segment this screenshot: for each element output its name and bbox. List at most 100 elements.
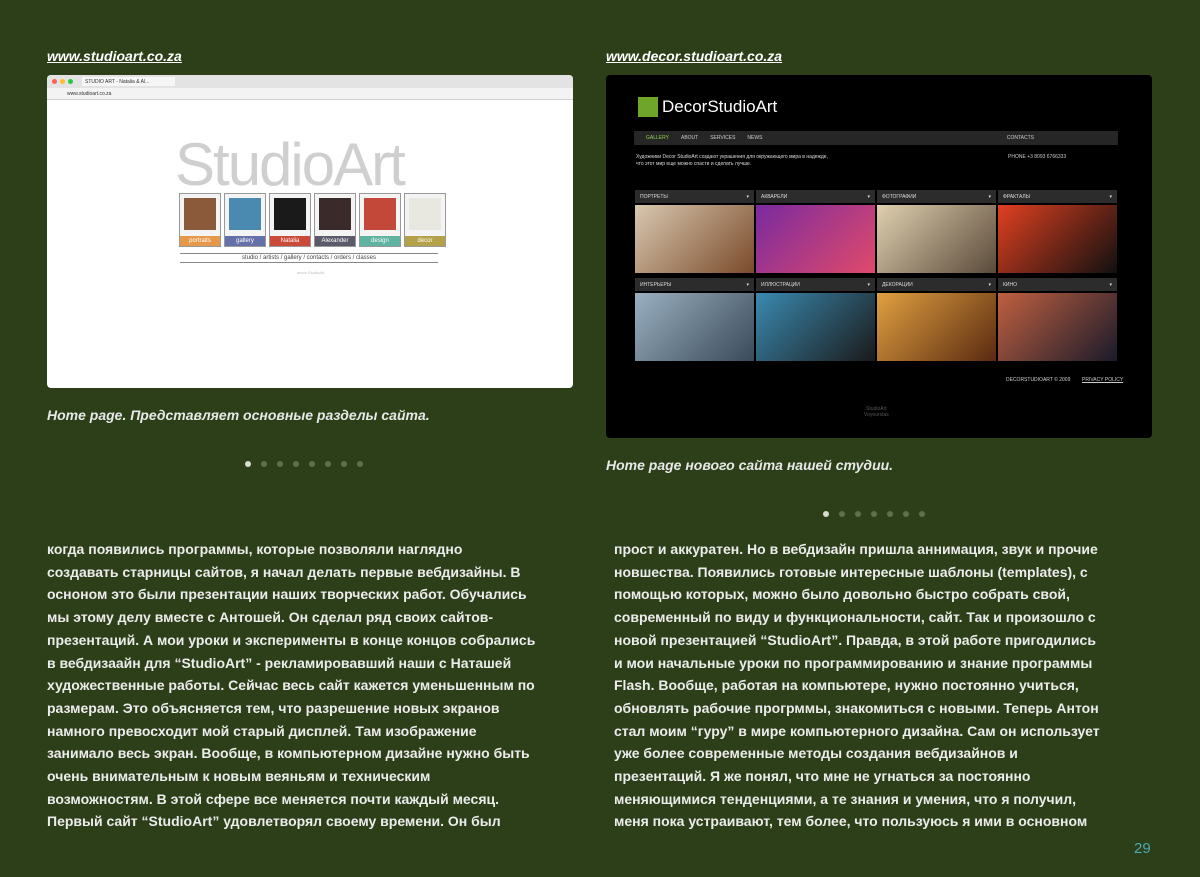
thumb-image	[364, 198, 396, 230]
body-text-left: когда появились программы, которые позво…	[47, 541, 536, 830]
page-number: 29	[1134, 840, 1151, 857]
gallery-cell-header: КИНО ▾	[998, 278, 1117, 291]
section-thumbs: portraits gallery Natalia Alexander design de…	[179, 193, 446, 247]
gallery-cell: КИНО ▾	[998, 278, 1117, 361]
thumb-label: gallery	[225, 236, 265, 246]
gallery-cell-label: ФРАКТАЛЫ	[1003, 193, 1031, 200]
gallery-cell-header: ФОТОГРАФИИ ▾	[877, 190, 996, 203]
decor-nav-item: CONTACTS	[1006, 135, 1034, 141]
slide-dot[interactable]	[839, 511, 845, 517]
gallery-cell: ФОТОГРАФИИ ▾	[877, 190, 996, 273]
gallery-cell-label: КИНО	[1003, 281, 1018, 288]
slide-dot[interactable]	[277, 461, 283, 467]
decor-intro: Художники Decor StudioArt создают украше…	[636, 154, 828, 167]
decor-footer: DECORSTUDIOART © 2009	[1006, 377, 1071, 383]
gallery-cell: ПОРТРЕТЫ ▾	[635, 190, 754, 273]
chevron-down-icon: ▾	[867, 281, 870, 288]
chevron-down-icon: ▾	[1109, 281, 1112, 288]
thumb-image	[274, 198, 306, 230]
thumb-decor: decor	[404, 193, 446, 247]
thumb-image	[229, 198, 261, 230]
decor-logo-text: DecorStudioArt	[662, 97, 778, 116]
gallery-cell: ДЕКОРАЦИИ ▾	[877, 278, 996, 361]
gallery-cell-label: ПОРТРЕТЫ	[640, 193, 668, 200]
slide-dot[interactable]	[245, 461, 251, 467]
gallery-cell-image	[998, 293, 1117, 361]
browser-tab: STUDIO ART - Natalia & Al...	[82, 77, 175, 86]
slide-dot[interactable]	[855, 511, 861, 517]
zoom-dot-icon	[68, 79, 73, 84]
thumb-image	[409, 198, 441, 230]
gallery-cell-header: ИЛЛЮСТРАЦИИ ▾	[756, 278, 875, 291]
site-nav: studio / artists / gallery / contacts / …	[180, 253, 438, 263]
studioart-link[interactable]: www.studioart.co.za	[47, 48, 182, 64]
chevron-down-icon: ▾	[746, 193, 749, 200]
chevron-down-icon: ▾	[746, 281, 749, 288]
body-text-right: прост и аккуратен. Но в вебдизайн пришла…	[614, 541, 1100, 830]
gallery-cell-label: АКВАРЕЛИ	[761, 193, 788, 200]
gallery-cell-image	[756, 293, 875, 361]
decor-link[interactable]: www.decor.studioart.co.za	[606, 48, 782, 64]
right-slide-dots[interactable]	[823, 511, 925, 517]
slide-dot[interactable]	[887, 511, 893, 517]
thumb-label: design	[360, 236, 400, 246]
chevron-down-icon: ▾	[1109, 193, 1112, 200]
thumb-gallery: gallery	[224, 193, 266, 247]
slide-dot[interactable]	[903, 511, 909, 517]
thumb-natalia: Natalia	[269, 193, 311, 247]
close-dot-icon	[52, 79, 57, 84]
gallery-cell-header: ФРАКТАЛЫ ▾	[998, 190, 1117, 203]
gallery-cell-image	[635, 205, 754, 273]
slide-dot[interactable]	[341, 461, 347, 467]
gallery-grid: ПОРТРЕТЫ ▾ АКВАРЕЛИ ▾ ФОТОГРАФИИ ▾ ФРАКТАЛЫ ▾ И…	[635, 190, 1119, 366]
gallery-cell-label: ИНТЕРЬЕРЫ	[640, 281, 672, 288]
chevron-down-icon: ▾	[988, 193, 991, 200]
address-bar: www.studioart.co.za	[47, 88, 573, 100]
decor-nav-item: GALLERY	[646, 135, 669, 141]
gallery-cell-label: ДЕКОРАЦИИ	[882, 281, 913, 288]
site-footer: decor.StudioArt	[297, 270, 325, 275]
gallery-cell-image	[635, 293, 754, 361]
slide-dot[interactable]	[309, 461, 315, 467]
left-slide-dots[interactable]	[245, 461, 363, 467]
thumb-image	[319, 198, 351, 230]
gallery-cell-image	[877, 293, 996, 361]
gallery-cell: ИЛЛЮСТРАЦИИ ▾	[756, 278, 875, 361]
studioart-logo: StudioArt	[175, 131, 406, 198]
gallery-cell-header: ДЕКОРАЦИИ ▾	[877, 278, 996, 291]
decor-nav-item: NEWS	[747, 135, 763, 141]
chevron-down-icon: ▾	[867, 193, 870, 200]
slide-dot[interactable]	[823, 511, 829, 517]
studioart-screenshot: STUDIO ART - Natalia & Al... www.studioa…	[47, 75, 573, 388]
slide-dot[interactable]	[325, 461, 331, 467]
gallery-cell: ИНТЕРЬЕРЫ ▾	[635, 278, 754, 361]
thumb-label: Natalia	[270, 236, 310, 246]
thumb-image	[184, 198, 216, 230]
slide-dot[interactable]	[293, 461, 299, 467]
slide-dot[interactable]	[919, 511, 925, 517]
left-caption: Home page. Представляет основные разделы…	[47, 407, 430, 423]
slide-dot[interactable]	[261, 461, 267, 467]
gallery-cell-label: ИЛЛЮСТРАЦИИ	[761, 281, 800, 288]
gallery-cell: АКВАРЕЛИ ▾	[756, 190, 875, 273]
thumb-portraits: portraits	[179, 193, 221, 247]
gallery-cell-image	[877, 205, 996, 273]
decor-screenshot: DecorStudioArt GALLERY ABOUT SERVICES NEWS C…	[606, 75, 1152, 438]
decor-phone: PHONE +3 8093 6766333	[1008, 154, 1067, 160]
gallery-cell-label: ФОТОГРАФИИ	[882, 193, 917, 200]
chevron-down-icon: ▾	[988, 281, 991, 288]
slide-dot[interactable]	[871, 511, 877, 517]
gallery-cell-image	[998, 205, 1117, 273]
minimize-dot-icon	[60, 79, 65, 84]
privacy-link: PRIVACY POLICY	[1082, 377, 1124, 383]
decor-nav: GALLERY ABOUT SERVICES NEWS CONTACTS	[634, 131, 1118, 145]
decor-nav-item: SERVICES	[710, 135, 736, 141]
slide-dot[interactable]	[357, 461, 363, 467]
decor-tiny-links: StudioArt Voyeurstas	[864, 406, 889, 418]
thumb-alexander: Alexander	[314, 193, 356, 247]
logo-mark-icon	[638, 97, 658, 117]
thumb-design: design	[359, 193, 401, 247]
right-caption: Home page нового сайта нашей студии.	[606, 457, 894, 473]
gallery-cell-header: АКВАРЕЛИ ▾	[756, 190, 875, 203]
thumb-label: portraits	[180, 236, 220, 246]
